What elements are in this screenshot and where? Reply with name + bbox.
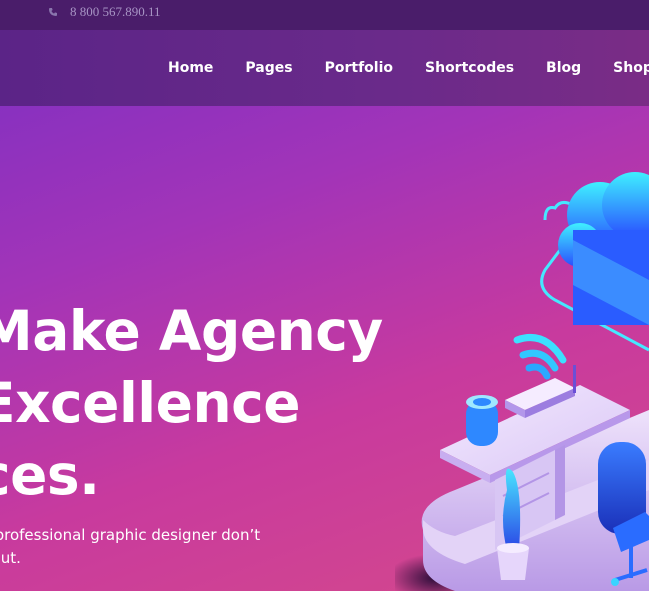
hero-subtitle: s professional graphic designer don’t bo… — [0, 524, 260, 570]
nav-item-blog[interactable]: Blog — [530, 60, 597, 76]
hero-headline-line-3: ces. — [0, 443, 100, 507]
main-menu: Home Pages Portfolio Shortcodes Blog Sho… — [152, 30, 649, 106]
nav-item-portfolio[interactable]: Portfolio — [309, 60, 409, 76]
hero-headline-line-1: Make Agency — [0, 299, 383, 363]
hero-subtitle-line-2: bout. — [0, 549, 21, 567]
cloud-shape — [558, 172, 649, 325]
phone-contact[interactable]: 8 800 567.890.11 — [48, 4, 161, 20]
nav-item-shortcodes[interactable]: Shortcodes — [409, 60, 530, 76]
smart-speaker — [466, 395, 498, 446]
phone-icon — [49, 8, 57, 16]
nav-item-shop[interactable]: Shop — [597, 60, 649, 76]
hero-headline: Make Agency Excellence ces. — [0, 295, 383, 511]
wifi-icon — [513, 334, 567, 380]
phone-number: 8 800 567.890.11 — [70, 4, 161, 19]
hero-headline-line-2: Excellence — [0, 371, 301, 435]
nav-item-home[interactable]: Home — [152, 60, 229, 76]
nav-item-pages[interactable]: Pages — [229, 60, 308, 76]
main-navigation-bar: Home Pages Portfolio Shortcodes Blog Sho… — [0, 30, 649, 106]
hero-subtitle-line-1: s professional graphic designer don’t — [0, 526, 261, 544]
top-bar: 8 800 567.890.11 — [0, 0, 649, 30]
hero-isometric-illustration — [395, 172, 649, 591]
